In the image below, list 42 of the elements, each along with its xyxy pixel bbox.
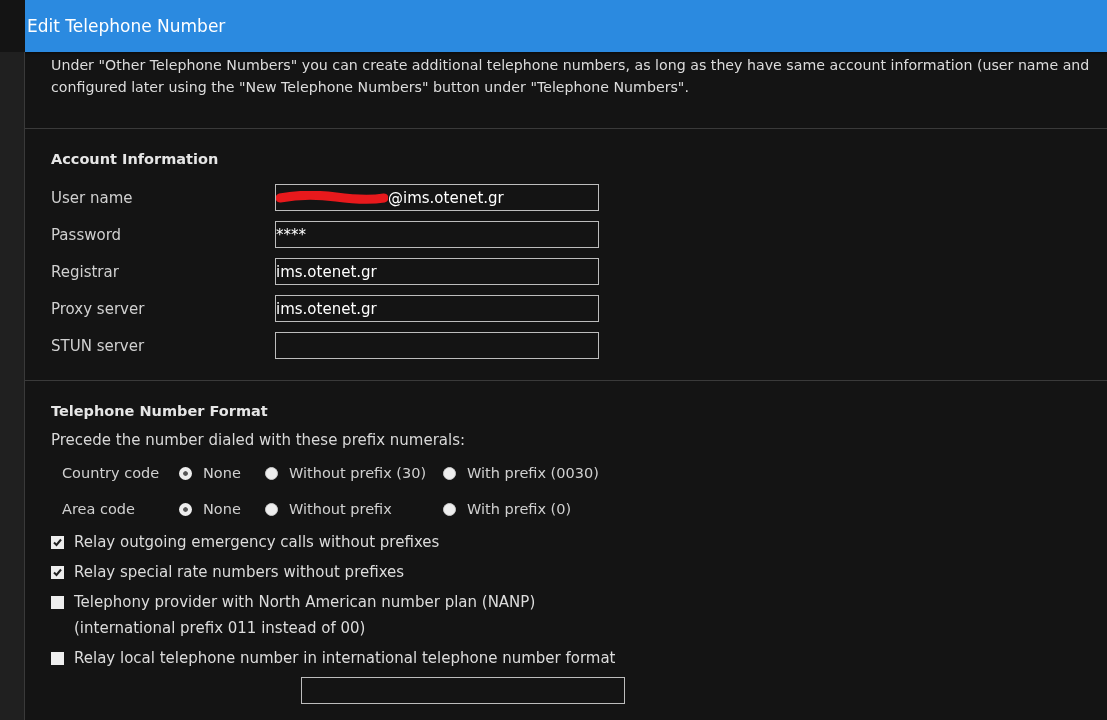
input-field[interactable] — [275, 332, 599, 359]
intro-text: Under "Other Telephone Numbers" you can create additional telephone numbers, as long as they have same account information (user name and — [51, 56, 1091, 75]
intro-text: configured later using the "New Telephone Numbers" button under "Telephone Numbers". — [51, 78, 690, 97]
checkbox[interactable] — [51, 536, 64, 549]
field-label: Password — [51, 225, 123, 244]
radio-group-label: Area code — [62, 501, 136, 517]
radio-button[interactable] — [443, 502, 456, 516]
input-field[interactable]: ims.otenet.gr — [275, 258, 599, 285]
checkbox-label: Relay outgoing emergency calls without prefixes — [74, 533, 440, 551]
checkbox[interactable] — [51, 566, 64, 579]
radio-label: None — [203, 465, 241, 481]
field-value: @ims.otenet.gr — [388, 188, 504, 207]
radio-label: With prefix (0030) — [467, 465, 599, 481]
checkbox-label: Telephony provider with North American number plan (NANP) — [74, 593, 536, 611]
field-value: **** — [276, 225, 306, 244]
hint-text: Precede the number dialed with these prefix numerals: — [51, 431, 467, 449]
checkbox[interactable] — [51, 652, 64, 665]
field-value: ims.otenet.gr — [276, 299, 377, 318]
radio-label: None — [203, 501, 241, 517]
field-label: STUN server — [51, 336, 146, 355]
checkbox-label: Relay local telephone number in international telephone number format — [74, 649, 616, 667]
field-label: User name — [51, 188, 134, 207]
window-title: Edit Telephone Number — [27, 16, 226, 36]
field-label: Proxy server — [51, 299, 146, 318]
radio-label: Without prefix — [289, 501, 392, 517]
checkbox-label: Relay special rate numbers without prefixes — [74, 563, 405, 581]
field-label: Registrar — [51, 262, 120, 281]
radio-group-label: Country code — [62, 465, 161, 481]
input-field[interactable] — [301, 677, 625, 704]
radio-label: With prefix (0) — [467, 501, 572, 517]
radio-button[interactable] — [265, 502, 278, 516]
section-heading: Telephone Number Format — [51, 403, 269, 419]
radio-button[interactable] — [443, 466, 456, 480]
input-field[interactable]: @ims.otenet.gr — [275, 184, 599, 211]
section-heading: Account Information — [51, 151, 220, 167]
checkbox[interactable] — [51, 596, 64, 609]
radio-button[interactable] — [265, 466, 278, 480]
checkbox-note: (international prefix 011 instead of 00) — [74, 619, 367, 637]
radio-label: Without prefix (30) — [289, 465, 427, 481]
input-field[interactable]: **** — [275, 221, 599, 248]
input-field[interactable]: ims.otenet.gr — [275, 295, 599, 322]
field-value: ims.otenet.gr — [276, 262, 377, 281]
